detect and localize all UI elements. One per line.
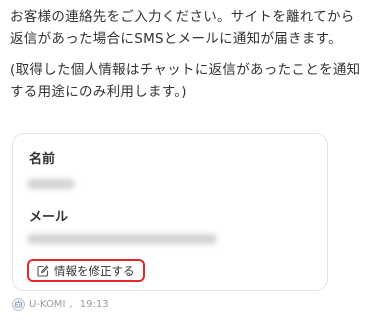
email-label: メール bbox=[29, 210, 69, 225]
message-text: お客様の連絡先をご入力ください。サイトを離れてから返信があった場合にSMSとメー… bbox=[10, 6, 362, 103]
email-value-redacted bbox=[27, 234, 217, 244]
edit-info-button[interactable]: 情報を修正する bbox=[27, 259, 145, 282]
bot-icon bbox=[12, 298, 25, 311]
name-value-redacted bbox=[27, 179, 75, 189]
message-privacy-note: (取得した個人情報はチャットに返信があったことを通知する用途にのみ利用します。) bbox=[10, 62, 361, 100]
edit-info-button-label: 情報を修正する bbox=[54, 263, 135, 278]
message-meta: U-KOMI, 19:13 bbox=[12, 298, 109, 311]
edit-icon bbox=[37, 265, 49, 277]
contact-info-card: 名前 メール 情報を修正する bbox=[12, 133, 328, 291]
message-time: 19:13 bbox=[79, 299, 109, 310]
meta-separator: , bbox=[69, 299, 76, 310]
message-intro: お客様の連絡先をご入力ください。サイトを離れてから返信があった場合にSMSとメー… bbox=[10, 9, 355, 47]
sender-name: U-KOMI bbox=[29, 299, 66, 310]
name-label: 名前 bbox=[29, 152, 56, 167]
